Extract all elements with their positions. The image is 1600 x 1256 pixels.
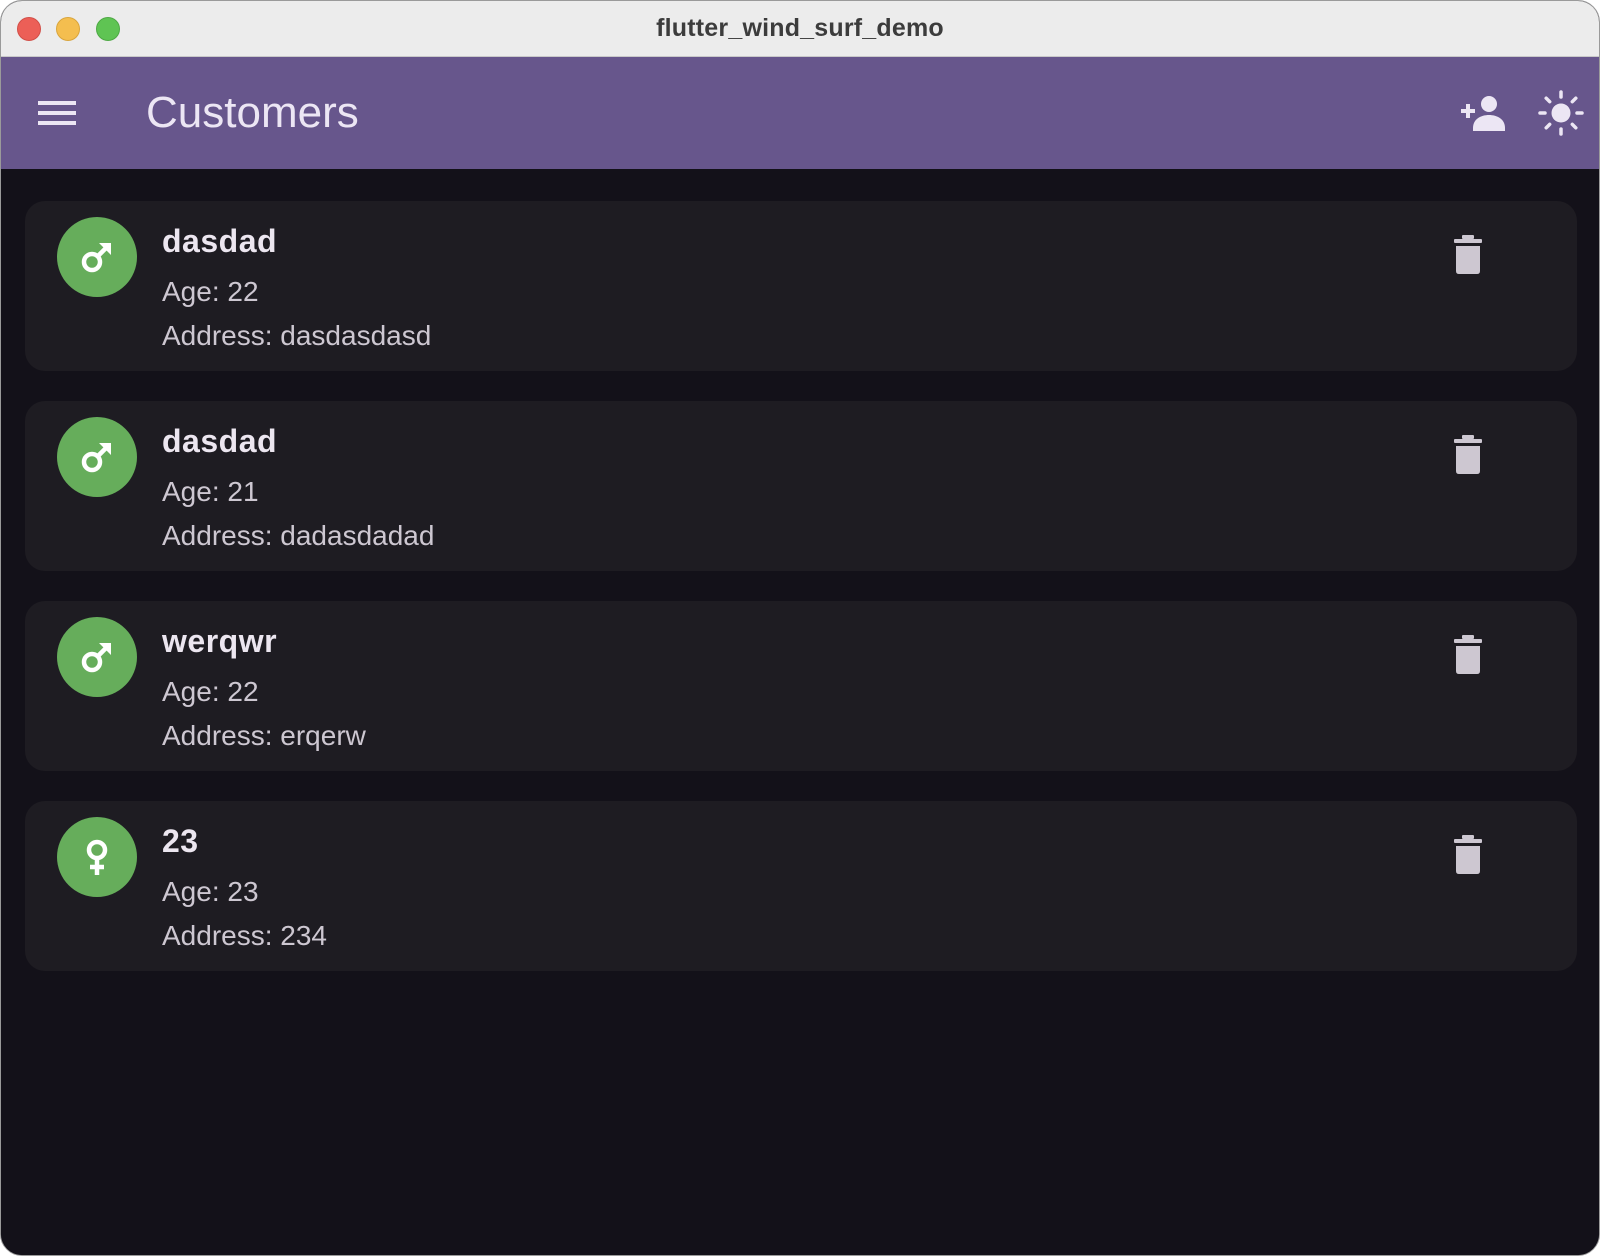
- add-customer-button[interactable]: [1449, 79, 1517, 147]
- delete-button[interactable]: [1439, 219, 1499, 289]
- customer-address: Address: dasdasdasd: [162, 320, 432, 351]
- app-bar: Customers: [1, 57, 1599, 169]
- customer-avatar: [57, 217, 137, 297]
- menu-icon: [38, 101, 76, 125]
- delete-button[interactable]: [1439, 619, 1499, 689]
- trash-icon: [1454, 635, 1482, 674]
- customer-card[interactable]: dasdad Age: 21 Address: dadasdadad: [25, 401, 1577, 571]
- customer-name: dasdad: [162, 223, 278, 259]
- menu-button[interactable]: [23, 79, 91, 147]
- customer-card[interactable]: 23 Age: 23 Address: 234: [25, 801, 1577, 971]
- customer-name: dasdad: [162, 423, 278, 459]
- male-icon: [81, 443, 111, 473]
- trash-icon: [1454, 435, 1482, 474]
- customer-avatar: [57, 617, 137, 697]
- customer-address: Address: erqerw: [162, 720, 366, 751]
- trash-icon: [1454, 835, 1482, 874]
- customer-avatar: [57, 817, 137, 897]
- customer-age: Age: 21: [162, 476, 259, 507]
- app-window: flutter_wind_surf_demo Customers dasdad …: [0, 0, 1600, 1256]
- female-icon: [86, 839, 108, 875]
- customer-name: werqwr: [162, 623, 278, 659]
- customer-name: 23: [162, 823, 199, 859]
- window-title: flutter_wind_surf_demo: [656, 14, 944, 42]
- customer-age: Age: 22: [162, 676, 259, 707]
- trash-icon: [1454, 235, 1482, 274]
- window-titlebar[interactable]: flutter_wind_surf_demo: [1, 1, 1599, 57]
- customer-list[interactable]: dasdad Age: 22 Address: dasdasdasd dasda…: [1, 169, 1599, 1255]
- page-title: Customers: [146, 88, 359, 137]
- customer-age: Age: 22: [162, 276, 259, 307]
- customer-age: Age: 23: [162, 876, 259, 907]
- person-add-icon: [1461, 96, 1505, 131]
- male-icon: [81, 643, 111, 673]
- theme-toggle-button[interactable]: [1527, 79, 1595, 147]
- customer-card[interactable]: dasdad Age: 22 Address: dasdasdasd: [25, 201, 1577, 371]
- customer-avatar: [57, 417, 137, 497]
- delete-button[interactable]: [1439, 419, 1499, 489]
- delete-button[interactable]: [1439, 819, 1499, 889]
- customer-card[interactable]: werqwr Age: 22 Address: erqerw: [25, 601, 1577, 771]
- light-mode-icon: [1538, 90, 1584, 136]
- customer-address: Address: dadasdadad: [162, 520, 435, 551]
- male-icon: [81, 243, 111, 273]
- customer-address: Address: 234: [162, 920, 327, 951]
